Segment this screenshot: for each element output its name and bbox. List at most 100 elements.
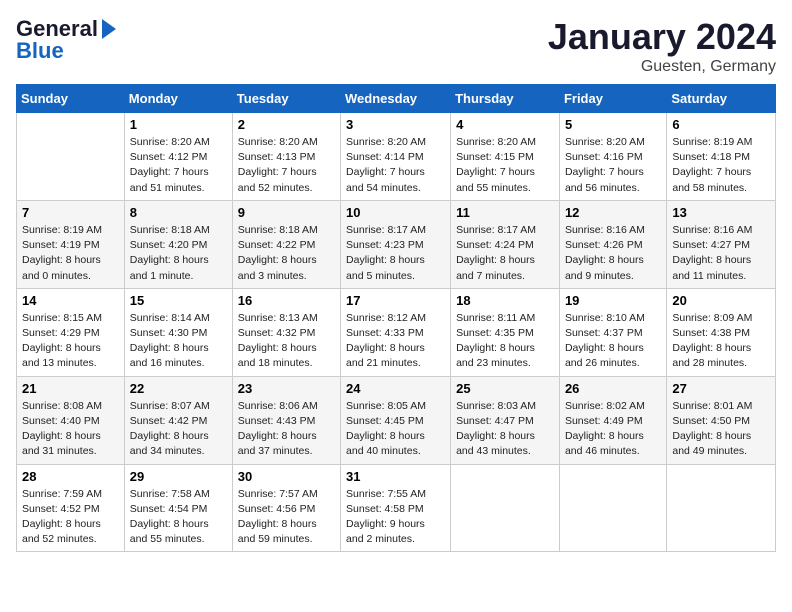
day-number: 18 <box>456 293 554 308</box>
day-number: 27 <box>672 381 770 396</box>
calendar-cell: 20Sunrise: 8:09 AMSunset: 4:38 PMDayligh… <box>667 288 776 376</box>
cell-info: Sunrise: 8:12 AMSunset: 4:33 PMDaylight:… <box>346 311 445 372</box>
cell-info: Sunrise: 8:13 AMSunset: 4:32 PMDaylight:… <box>238 311 335 372</box>
calendar-cell: 31Sunrise: 7:55 AMSunset: 4:58 PMDayligh… <box>341 464 451 552</box>
day-number: 22 <box>130 381 227 396</box>
day-number: 30 <box>238 469 335 484</box>
logo-blue: Blue <box>16 38 64 64</box>
calendar-cell: 11 Sunrise: 8:17 AMSunset: 4:24 PMDayligh… <box>451 200 560 288</box>
calendar-cell <box>667 464 776 552</box>
cell-info: Sunrise: 8:14 AMSunset: 4:30 PMDaylight:… <box>130 311 227 372</box>
day-number: 8 <box>130 205 227 220</box>
weekday-header-thursday: Thursday <box>451 85 560 113</box>
day-number: 28 <box>22 469 119 484</box>
day-number: 31 <box>346 469 445 484</box>
calendar-cell <box>17 113 125 201</box>
day-number: 16 <box>238 293 335 308</box>
calendar-cell: 3Sunrise: 8:20 AMSunset: 4:14 PMDaylight… <box>341 113 451 201</box>
calendar-cell: 17 Sunrise: 8:12 AMSunset: 4:33 PMDayligh… <box>341 288 451 376</box>
day-number: 19 <box>565 293 661 308</box>
cell-info: Sunrise: 8:18 AMSunset: 4:20 PMDaylight:… <box>130 223 227 284</box>
calendar-cell: 23Sunrise: 8:06 AMSunset: 4:43 PMDayligh… <box>232 376 340 464</box>
day-number: 6 <box>672 117 770 132</box>
day-number: 1 <box>130 117 227 132</box>
day-number: 4 <box>456 117 554 132</box>
calendar-cell: 9 Sunrise: 8:18 AMSunset: 4:22 PMDaylight… <box>232 200 340 288</box>
day-number: 15 <box>130 293 227 308</box>
cell-info: Sunrise: 8:20 AMSunset: 4:12 PMDaylight:… <box>130 135 227 196</box>
cell-info: Sunrise: 8:19 AMSunset: 4:18 PMDaylight:… <box>672 135 770 196</box>
title-block: January 2024 Guesten, Germany <box>548 16 776 76</box>
calendar-cell: 26 Sunrise: 8:02 AMSunset: 4:49 PMDayligh… <box>559 376 666 464</box>
cell-info: Sunrise: 8:16 AMSunset: 4:27 PMDaylight:… <box>672 223 770 284</box>
weekday-header-sunday: Sunday <box>17 85 125 113</box>
cell-info: Sunrise: 8:20 AMSunset: 4:13 PMDaylight:… <box>238 135 335 196</box>
cell-info: Sunrise: 8:16 AMSunset: 4:26 PMDaylight:… <box>565 223 661 284</box>
cell-info: Sunrise: 8:07 AMSunset: 4:42 PMDaylight:… <box>130 399 227 460</box>
cell-info: Sunrise: 8:02 AMSunset: 4:49 PMDaylight:… <box>565 399 661 460</box>
calendar-cell <box>559 464 666 552</box>
weekday-header-saturday: Saturday <box>667 85 776 113</box>
calendar-week-5: 28 Sunrise: 7:59 AMSunset: 4:52 PMDayligh… <box>17 464 776 552</box>
weekday-header-wednesday: Wednesday <box>341 85 451 113</box>
day-number: 5 <box>565 117 661 132</box>
calendar-week-3: 14 Sunrise: 8:15 AMSunset: 4:29 PMDayligh… <box>17 288 776 376</box>
calendar-week-2: 7 Sunrise: 8:19 AMSunset: 4:19 PMDaylight… <box>17 200 776 288</box>
day-number: 14 <box>22 293 119 308</box>
calendar-cell: 7 Sunrise: 8:19 AMSunset: 4:19 PMDaylight… <box>17 200 125 288</box>
logo-line2: Blue <box>16 38 64 64</box>
weekday-header-monday: Monday <box>124 85 232 113</box>
cell-info: Sunrise: 7:59 AMSunset: 4:52 PMDaylight:… <box>22 487 119 548</box>
calendar-cell: 2 Sunrise: 8:20 AMSunset: 4:13 PMDaylight… <box>232 113 340 201</box>
day-number: 13 <box>672 205 770 220</box>
calendar-cell: 24Sunrise: 8:05 AMSunset: 4:45 PMDayligh… <box>341 376 451 464</box>
day-number: 26 <box>565 381 661 396</box>
day-number: 17 <box>346 293 445 308</box>
cell-info: Sunrise: 8:15 AMSunset: 4:29 PMDaylight:… <box>22 311 119 372</box>
day-number: 3 <box>346 117 445 132</box>
weekday-header-friday: Friday <box>559 85 666 113</box>
calendar-cell: 13 Sunrise: 8:16 AMSunset: 4:27 PMDayligh… <box>667 200 776 288</box>
calendar-cell: 19Sunrise: 8:10 AMSunset: 4:37 PMDayligh… <box>559 288 666 376</box>
day-number: 20 <box>672 293 770 308</box>
month-title: January 2024 <box>548 16 776 58</box>
day-number: 21 <box>22 381 119 396</box>
calendar-cell: 22 Sunrise: 8:07 AMSunset: 4:42 PMDayligh… <box>124 376 232 464</box>
cell-info: Sunrise: 8:05 AMSunset: 4:45 PMDaylight:… <box>346 399 445 460</box>
cell-info: Sunrise: 8:17 AMSunset: 4:24 PMDaylight:… <box>456 223 554 284</box>
calendar-table: SundayMondayTuesdayWednesdayThursdayFrid… <box>16 84 776 552</box>
calendar-cell: 1 Sunrise: 8:20 AMSunset: 4:12 PMDaylight… <box>124 113 232 201</box>
cell-info: Sunrise: 8:11 AMSunset: 4:35 PMDaylight:… <box>456 311 554 372</box>
day-number: 11 <box>456 205 554 220</box>
day-number: 29 <box>130 469 227 484</box>
cell-info: Sunrise: 8:20 AMSunset: 4:15 PMDaylight:… <box>456 135 554 196</box>
calendar-cell: 25Sunrise: 8:03 AMSunset: 4:47 PMDayligh… <box>451 376 560 464</box>
day-number: 25 <box>456 381 554 396</box>
calendar-cell: 21 Sunrise: 8:08 AMSunset: 4:40 PMDayligh… <box>17 376 125 464</box>
day-number: 9 <box>238 205 335 220</box>
cell-info: Sunrise: 8:08 AMSunset: 4:40 PMDaylight:… <box>22 399 119 460</box>
cell-info: Sunrise: 8:19 AMSunset: 4:19 PMDaylight:… <box>22 223 119 284</box>
cell-info: Sunrise: 8:01 AMSunset: 4:50 PMDaylight:… <box>672 399 770 460</box>
page-header: General Blue January 2024 Guesten, Germa… <box>16 16 776 76</box>
day-number: 2 <box>238 117 335 132</box>
calendar-cell: 29Sunrise: 7:58 AMSunset: 4:54 PMDayligh… <box>124 464 232 552</box>
calendar-cell: 16 Sunrise: 8:13 AMSunset: 4:32 PMDayligh… <box>232 288 340 376</box>
calendar-body: 1 Sunrise: 8:20 AMSunset: 4:12 PMDaylight… <box>17 113 776 552</box>
location-title: Guesten, Germany <box>548 58 776 76</box>
logo: General Blue <box>16 16 116 64</box>
cell-info: Sunrise: 8:18 AMSunset: 4:22 PMDaylight:… <box>238 223 335 284</box>
weekday-header-row: SundayMondayTuesdayWednesdayThursdayFrid… <box>17 85 776 113</box>
weekday-header-tuesday: Tuesday <box>232 85 340 113</box>
calendar-cell: 6 Sunrise: 8:19 AMSunset: 4:18 PMDaylight… <box>667 113 776 201</box>
day-number: 7 <box>22 205 119 220</box>
cell-info: Sunrise: 8:17 AMSunset: 4:23 PMDaylight:… <box>346 223 445 284</box>
cell-info: Sunrise: 8:20 AMSunset: 4:16 PMDaylight:… <box>565 135 661 196</box>
calendar-week-4: 21 Sunrise: 8:08 AMSunset: 4:40 PMDayligh… <box>17 376 776 464</box>
day-number: 12 <box>565 205 661 220</box>
calendar-week-1: 1 Sunrise: 8:20 AMSunset: 4:12 PMDaylight… <box>17 113 776 201</box>
calendar-cell: 4 Sunrise: 8:20 AMSunset: 4:15 PMDaylight… <box>451 113 560 201</box>
calendar-cell: 5 Sunrise: 8:20 AMSunset: 4:16 PMDaylight… <box>559 113 666 201</box>
cell-info: Sunrise: 7:57 AMSunset: 4:56 PMDaylight:… <box>238 487 335 548</box>
calendar-cell: 10Sunrise: 8:17 AMSunset: 4:23 PMDayligh… <box>341 200 451 288</box>
